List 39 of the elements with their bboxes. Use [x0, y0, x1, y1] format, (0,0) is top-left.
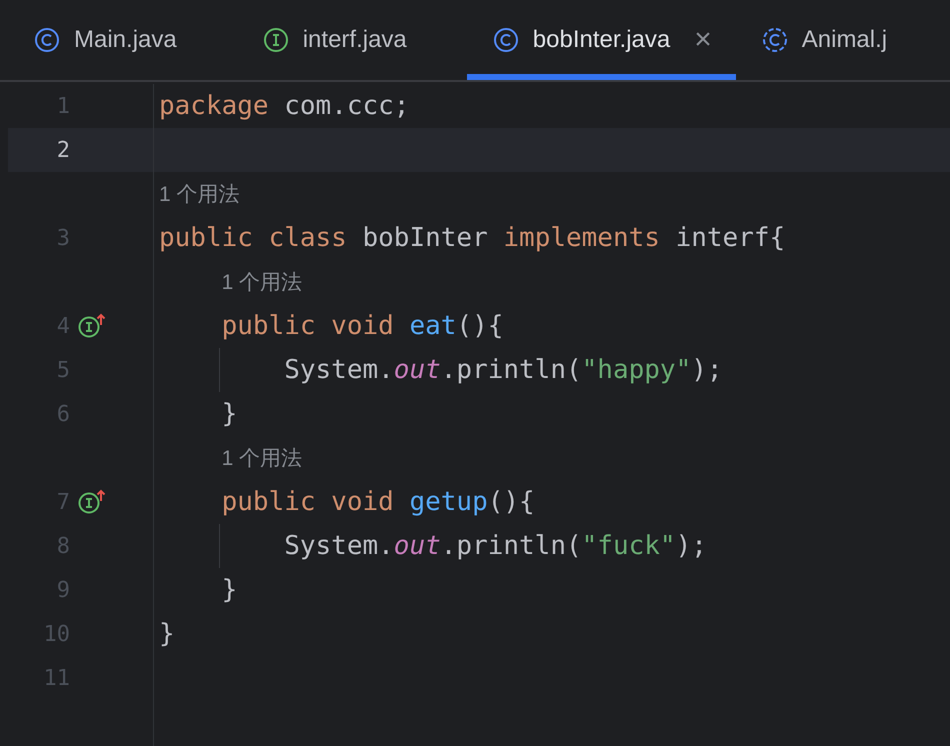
code-text: );	[691, 355, 723, 385]
code-text: .println(	[440, 355, 582, 385]
keyword: public class	[159, 223, 348, 253]
method-name: getup	[409, 487, 488, 517]
code-text: .println(	[440, 531, 582, 561]
interface-icon	[262, 27, 289, 53]
keyword: public void	[222, 487, 395, 517]
code-text: interf{	[676, 223, 786, 253]
field-name: out	[394, 531, 441, 561]
field-name: out	[394, 355, 441, 385]
string-literal: "fuck"	[582, 531, 676, 561]
file-tab[interactable]: interf.java	[236, 0, 431, 80]
keyword: public void	[222, 311, 395, 341]
abstract-class-icon	[762, 27, 788, 53]
line-number: 2	[56, 138, 70, 162]
keyword: implements	[503, 223, 661, 253]
keyword: package	[159, 91, 270, 121]
method-name: eat	[409, 311, 456, 341]
code-text: }	[222, 575, 238, 605]
code-text: }	[159, 619, 175, 649]
code-text: bobInter	[362, 223, 489, 253]
implementation-marker-icon[interactable]	[78, 489, 106, 515]
code-text: );	[676, 531, 707, 561]
file-tab[interactable]: Animal.j	[736, 0, 912, 80]
usage-hint[interactable]: 1 个用法	[159, 180, 240, 208]
code-text: System.	[284, 355, 394, 385]
class-icon	[34, 27, 60, 53]
code-text: (){	[488, 487, 535, 517]
code-text: System.	[284, 531, 394, 561]
class-icon	[492, 27, 519, 53]
implementation-marker-icon[interactable]	[78, 313, 106, 339]
code-text: }	[222, 399, 238, 429]
file-tab[interactable]: Main.java	[8, 0, 201, 80]
code-text: com.ccc;	[284, 91, 410, 121]
usage-hint[interactable]: 1 个用法	[222, 268, 302, 296]
close-icon[interactable]: ×	[694, 23, 712, 57]
code-text: (){	[456, 311, 504, 341]
string-literal: "happy"	[582, 355, 692, 385]
usage-hint[interactable]: 1 个用法	[222, 444, 302, 472]
